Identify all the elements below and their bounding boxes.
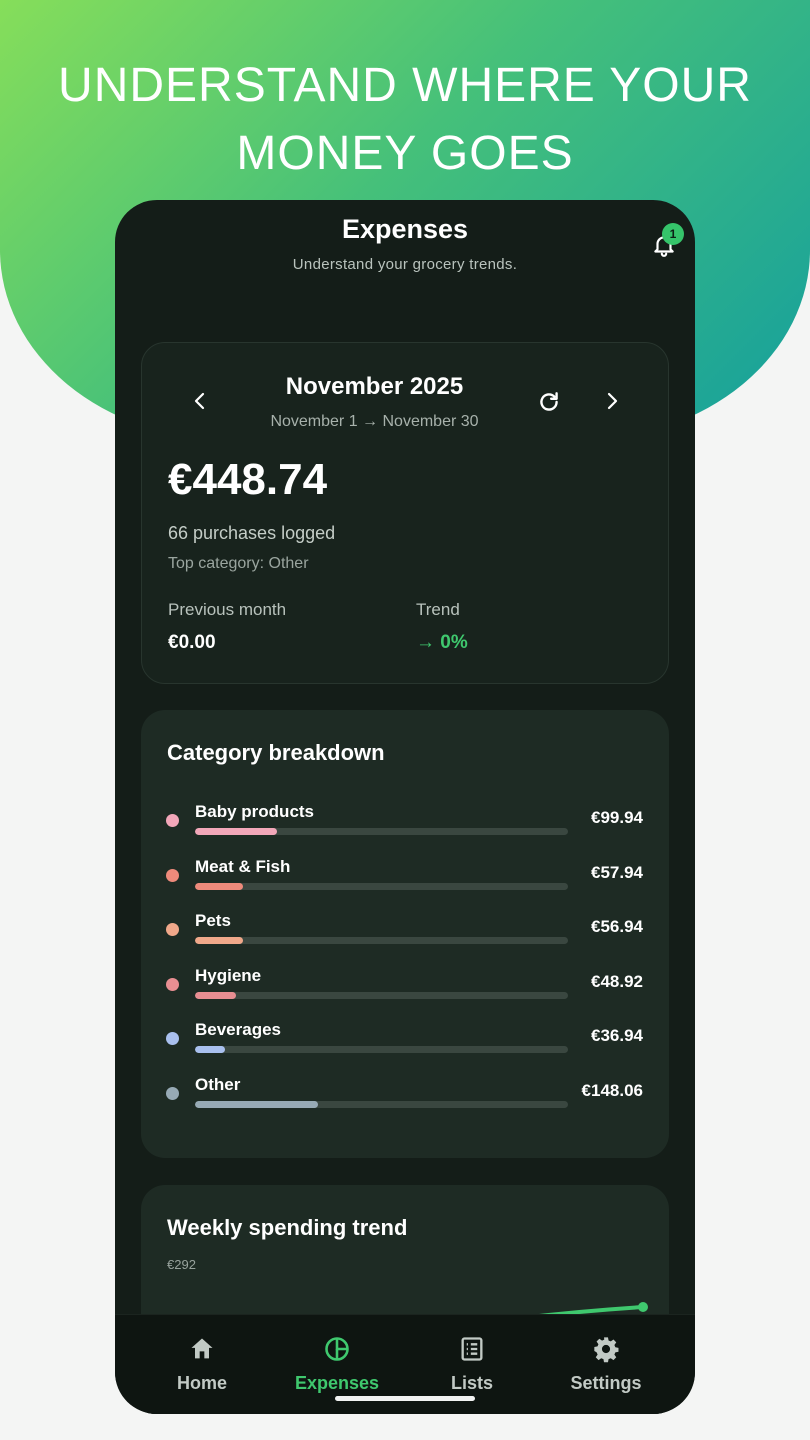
trend-value: → 0% — [416, 632, 468, 653]
category-name: Beverages — [195, 1020, 282, 1039]
home-indicator — [335, 1396, 475, 1401]
phone-screen: Expenses Understand your grocery trends.… — [115, 200, 695, 1414]
nav-settings[interactable]: Settings — [539, 1315, 673, 1414]
category-name: Hygiene — [195, 965, 262, 985]
category-progress-fill — [195, 937, 243, 944]
nav-lists-label: Lists — [450, 1373, 493, 1393]
nav-expenses-label: Expenses — [294, 1373, 380, 1393]
category-row[interactable]: Baby products €99.94 — [141, 798, 669, 852]
category-color-dot — [166, 977, 179, 991]
gear-icon — [594, 1337, 619, 1363]
weekly-trend-point — [638, 1302, 648, 1312]
month-date-range: November 1 → November 30 — [270, 413, 479, 430]
category-progress-track — [195, 828, 568, 835]
notification-badge: 1 — [662, 223, 684, 245]
weekly-max-label: €292 — [167, 1257, 196, 1272]
promo-headline-line1: UNDERSTAND WHERE YOUR — [58, 59, 752, 112]
weekly-trend-title: Weekly spending trend — [167, 1215, 408, 1240]
total-spent: €448.74 — [168, 455, 328, 504]
promo-headline-line2: MONEY GOES — [236, 127, 574, 180]
previous-month-chevron-icon[interactable] — [188, 389, 212, 413]
category-progress-track — [195, 1046, 568, 1053]
category-row[interactable]: Hygiene €48.92 — [141, 962, 669, 1016]
category-progress-fill — [195, 1100, 318, 1108]
nav-home-label: Home — [176, 1373, 227, 1393]
month-title: November 2025 — [285, 373, 464, 400]
nav-home[interactable]: Home — [135, 1315, 269, 1414]
category-progress-fill — [195, 882, 243, 890]
category-breakdown-card: Category breakdown Baby products €99.94 Me… — [141, 710, 669, 1158]
category-row[interactable]: Meat & Fish €57.94 — [141, 853, 669, 907]
app-header: Expenses Understand your grocery trends.… — [115, 200, 695, 290]
category-color-dot — [166, 923, 179, 936]
promo-headline: UNDERSTAND WHERE YOUR MONEY GOES — [0, 52, 810, 188]
page-subtitle: Understand your grocery trends. — [292, 256, 518, 273]
category-breakdown-title: Category breakdown — [167, 740, 385, 765]
category-amount: €48.92 — [591, 971, 643, 991]
nav-settings-label: Settings — [570, 1373, 642, 1393]
pie-chart-icon — [325, 1337, 349, 1361]
category-name: Meat & Fish — [195, 856, 291, 876]
home-icon — [191, 1338, 213, 1359]
list-icon — [461, 1337, 483, 1361]
category-name: Pets — [195, 911, 231, 930]
next-month-chevron-icon[interactable] — [600, 389, 624, 413]
category-progress-track — [195, 882, 568, 890]
previous-month-label: Previous month — [168, 600, 287, 619]
category-progress-fill — [195, 828, 277, 835]
category-progress-track — [195, 937, 568, 944]
category-amount: €36.94 — [591, 1026, 643, 1045]
category-row[interactable]: Beverages €36.94 — [141, 1016, 669, 1070]
category-row[interactable]: Pets €56.94 — [141, 907, 669, 961]
category-amount: €148.06 — [581, 1080, 643, 1100]
category-progress-track — [195, 991, 568, 999]
trend-label: Trend — [416, 600, 460, 619]
category-color-dot — [166, 868, 179, 882]
top-category: Top category: Other — [168, 555, 309, 572]
category-color-dot — [166, 1032, 179, 1045]
page-title: Expenses — [341, 214, 469, 244]
category-name: Other — [195, 1074, 241, 1094]
category-amount: €56.94 — [591, 917, 643, 936]
refresh-icon[interactable] — [536, 389, 562, 415]
category-row[interactable]: Other €148.06 — [141, 1071, 669, 1125]
month-summary-card: November 2025 November 1 → November 30 €… — [141, 342, 669, 684]
category-name: Baby products — [195, 802, 315, 821]
category-color-dot — [166, 814, 179, 827]
category-amount: €57.94 — [591, 862, 643, 882]
category-progress-track — [195, 1100, 568, 1108]
previous-month-value: €0.00 — [168, 632, 216, 653]
category-progress-fill — [195, 1046, 225, 1053]
category-color-dot — [166, 1086, 179, 1100]
purchases-count: 66 purchases logged — [168, 523, 336, 543]
category-amount: €99.94 — [591, 808, 643, 827]
category-progress-fill — [195, 991, 236, 999]
